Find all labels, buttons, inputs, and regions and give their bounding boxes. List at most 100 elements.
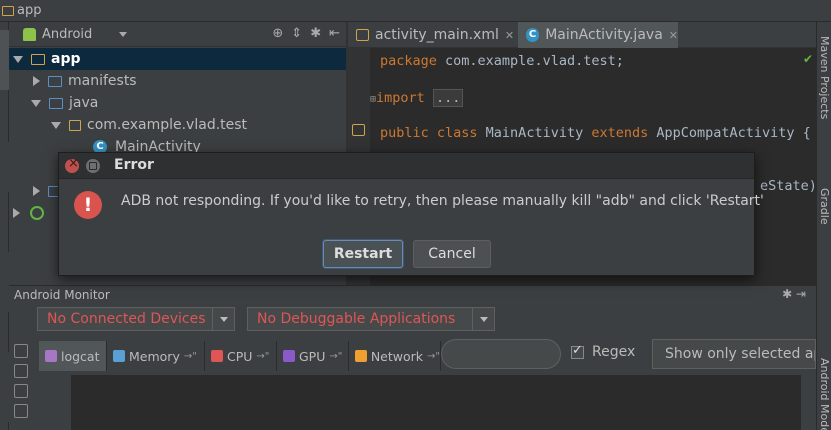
tab-activity-main-xml[interactable]: activity_main.xml ✕	[348, 22, 518, 48]
collapse-icon[interactable]	[13, 208, 20, 218]
tree-item-manifests[interactable]: manifests	[9, 70, 346, 92]
folder-icon	[2, 6, 14, 16]
module-icon	[31, 53, 45, 65]
dialog-titlebar[interactable]: Error	[59, 153, 754, 179]
dialog-message: ADB not responding. If you'd like to ret…	[121, 193, 764, 209]
tab-label: GPU	[299, 348, 326, 364]
expand-icon[interactable]	[31, 99, 41, 107]
tab-label: activity_main.xml	[375, 27, 499, 43]
device-select-value: No Connected Devices	[47, 311, 206, 327]
tool-tab-android-model[interactable]: Android Model	[818, 358, 831, 430]
editor-tabs: activity_main.xml ✕ C MainActivity.java …	[348, 22, 816, 48]
gear-icon[interactable]: ✱ ⇥	[782, 287, 806, 301]
tool-tab-structure[interactable]	[0, 252, 9, 312]
tab-label: CPU	[227, 348, 253, 364]
expand-icon[interactable]	[13, 55, 23, 63]
checkbox-icon[interactable]	[571, 343, 584, 359]
code-line-class: public class MainActivity extends AppCom…	[380, 125, 811, 141]
tree-item-label: app	[51, 51, 81, 67]
folder-icon	[48, 75, 62, 87]
tab-network[interactable]: Network →"	[349, 341, 441, 371]
chevron-down-icon[interactable]	[119, 32, 127, 37]
close-window-button[interactable]	[65, 156, 79, 173]
device-select[interactable]: No Connected Devices	[37, 307, 235, 331]
tab-gpu[interactable]: GPU →"	[277, 341, 349, 371]
monitor-header: Android Monitor ✱ ⇥	[9, 286, 816, 303]
left-tool-strip	[0, 22, 9, 430]
breadcrumb-item-app[interactable]: app	[17, 3, 41, 18]
collapse-icon[interactable]	[33, 76, 40, 86]
tab-mainactivity-java[interactable]: C MainActivity.java ✕	[518, 22, 678, 48]
tool-tab-favorites[interactable]	[0, 352, 9, 422]
tab-logcat[interactable]: logcat	[39, 341, 107, 371]
cancel-button[interactable]: Cancel	[413, 240, 491, 268]
project-toolbar: Android ⊕ ⇕ ✱ ⇤	[9, 22, 346, 47]
hide-panel-icon[interactable]: ⇤	[329, 26, 340, 42]
gear-icon[interactable]: ✱	[310, 26, 321, 42]
code-line-package: package com.example.vlad.test;	[380, 53, 624, 69]
close-icon[interactable]: ✕	[669, 29, 678, 42]
gpu-icon	[283, 350, 295, 362]
collapse-all-icon[interactable]: ⇕	[291, 26, 302, 42]
tree-item-java[interactable]: java	[9, 92, 346, 114]
detach-icon[interactable]: →"	[256, 351, 269, 362]
folder-icon	[49, 97, 63, 109]
regex-checkbox[interactable]: Regex	[571, 343, 636, 360]
cpu-icon	[211, 350, 223, 362]
record-icon[interactable]	[14, 364, 28, 378]
detach-icon[interactable]: →"	[184, 351, 197, 362]
tab-cpu[interactable]: CPU →"	[205, 341, 277, 371]
close-icon[interactable]: ✕	[505, 29, 514, 42]
tool-tab-project[interactable]	[0, 30, 9, 90]
gradle-icon	[30, 206, 44, 220]
tree-item-label: manifests	[68, 73, 137, 89]
error-icon: !	[74, 191, 102, 219]
chevron-down-icon[interactable]	[472, 308, 494, 330]
folded-imports[interactable]: ...	[432, 89, 464, 107]
sync-icon[interactable]: ⊕	[272, 26, 283, 42]
trash-icon[interactable]	[14, 404, 28, 418]
logcat-icon	[45, 350, 57, 362]
error-dialog: Error ! ADB not responding. If you'd lik…	[58, 152, 764, 276]
app-select-value: No Debuggable Applications	[257, 311, 456, 327]
monitor-title: Android Monitor	[14, 287, 110, 302]
app-select[interactable]: No Debuggable Applications	[247, 307, 495, 331]
layout-marker-icon[interactable]	[352, 124, 365, 136]
tool-tab-maven-projects[interactable]: Maven Projects	[818, 36, 831, 119]
tab-label: MainActivity.java	[545, 27, 663, 43]
detach-icon[interactable]: →"	[329, 351, 342, 362]
android-monitor-panel: Android Monitor ✱ ⇥ No Connected Devices…	[9, 285, 816, 430]
monitor-side-toolbar	[9, 338, 33, 430]
tree-item-label: com.example.vlad.test	[87, 117, 248, 133]
breadcrumb: app	[0, 0, 831, 22]
inspect-icon[interactable]	[14, 384, 28, 398]
logcat-search-input[interactable]	[441, 339, 561, 369]
tab-label: Network	[370, 348, 424, 364]
tool-tab-captures[interactable]	[0, 142, 9, 192]
camera-icon[interactable]	[14, 344, 28, 358]
tab-label: Memory	[129, 348, 180, 364]
tab-memory[interactable]: Memory →"	[107, 341, 205, 371]
collapse-icon[interactable]	[33, 186, 40, 196]
restart-button[interactable]: Restart	[323, 240, 403, 268]
network-icon	[355, 350, 367, 362]
logcat-output[interactable]	[71, 375, 801, 430]
minimize-window-button[interactable]	[86, 159, 100, 173]
project-view-selector[interactable]: Android	[42, 27, 92, 42]
tab-label: logcat	[61, 348, 100, 364]
chevron-down-icon[interactable]	[212, 308, 234, 330]
regex-label: Regex	[592, 344, 636, 360]
detach-icon[interactable]: →"	[427, 351, 440, 362]
tree-item-app[interactable]: app	[9, 48, 346, 70]
filter-select-value: Show only selected ap	[665, 346, 816, 362]
code-line-oncreate: eState)	[760, 178, 817, 194]
right-tool-strip: Maven Projects Gradle Android Model	[816, 22, 831, 430]
tool-tab-gradle[interactable]: Gradle	[818, 188, 831, 225]
xml-file-icon	[356, 29, 369, 41]
package-icon	[69, 119, 81, 131]
dialog-title: Error	[114, 157, 154, 173]
filter-select[interactable]: Show only selected ap	[652, 339, 816, 369]
tree-item-package[interactable]: com.example.vlad.test	[9, 114, 346, 136]
expand-icon[interactable]	[51, 121, 61, 129]
check-icon: ✔	[802, 52, 813, 66]
